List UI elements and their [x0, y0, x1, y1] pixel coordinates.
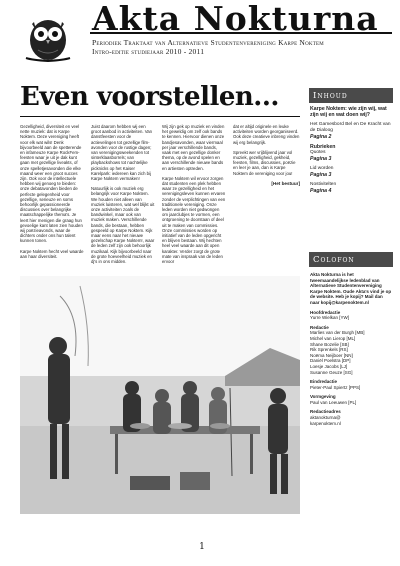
colofon-section-hoofdredactie: Hoofdredactie Yurre Wielkan [YW]: [310, 310, 392, 321]
article-column-4: dat er altijd originele en leuke activit…: [233, 124, 300, 186]
colofon-person: Susanne Geuze [SG]: [310, 369, 353, 375]
colofon-section-eindredactie: Eindredactie Pieter-Paul Spiertz [PPS]: [310, 379, 392, 390]
paragraph: dat er altijd originele en leuke activit…: [233, 124, 300, 145]
sidebar-colofon-header: Colofon: [309, 252, 393, 267]
colofon-intro: Akta Nokturna is het tweemaandelijkse le…: [310, 272, 392, 305]
paragraph: Wij zijn gek op muziek en vinden het gew…: [162, 124, 225, 171]
colofon-person: Pieter-Paul Spiertz [PPS]: [310, 384, 361, 390]
paragraph: Natuurlijk is ook muziek erg belangrijk …: [91, 186, 155, 265]
owl-logo-icon: [20, 6, 76, 66]
group-photo: [20, 276, 300, 514]
photo-group-outdoors-icon: [20, 276, 300, 514]
article-column-1: Gezelligheid, diversiteit en veel nette …: [20, 124, 84, 264]
colofon-person: Paul van Leeuwen [PL]: [310, 399, 357, 405]
toc-item[interactable]: Lid worden Pagina 3: [310, 166, 392, 178]
paragraph: Karpe Noktem hecht veel waarde aan haar …: [20, 248, 84, 259]
masthead-rule: [90, 32, 392, 34]
article-column-2: Juist daarom hebben wij een groot aanbod…: [91, 124, 155, 269]
headline-rule: [20, 116, 300, 117]
article-headline: Even voorstellen...: [20, 82, 279, 112]
toc-item-page: Pagina 3: [310, 156, 332, 162]
colofon-section-redactieadres: Redactieadres aktanokturna@ karpenoktem.…: [310, 409, 392, 426]
toc-item-title: Het Gamesbord Bel en De Kracht van de Di…: [310, 122, 391, 133]
paragraph: Gezelligheid, diversiteit en veel nette …: [20, 124, 83, 244]
article-column-3: Wij zijn gek op muziek en vinden het gew…: [162, 124, 226, 269]
toc-item-page: Pagina 3: [310, 172, 332, 178]
masthead-subtitle-line1: Periodiek Traktaat van Alternatieve Stud…: [92, 38, 324, 47]
toc-item-page: Pagina 2: [310, 134, 332, 140]
masthead-subtitle-line2: Intro-editie studiejaar 2010 - 2011: [92, 47, 205, 56]
toc-item-title: Karpe Noktem: wie zijn wij, wat zijn wij…: [310, 106, 387, 118]
colofon: Akta Nokturna is het tweemaandelijkse le…: [310, 272, 392, 430]
masthead-title: Akta Nokturna: [92, 0, 379, 38]
toc-item[interactable]: Nostivitelten Pagina 4: [310, 182, 392, 194]
masthead-subtitle: Periodiek Traktaat van Alternatieve Stud…: [92, 38, 392, 56]
sidebar-inhoud-header: Inhoud: [309, 88, 393, 103]
toc-item-page: Pagina 4: [310, 188, 332, 194]
paragraph: Juist daarom hebben wij een groot aanbod…: [91, 124, 153, 182]
newspaper-page: Akta Nokturna Periodiek Traktaat van Alt…: [0, 0, 400, 566]
paragraph: Spreekt wer vrijblijvend jaar vol muziek…: [233, 149, 296, 176]
table-of-contents: Karpe Noktem: wie zijn wij, wat zijn wij…: [310, 106, 392, 198]
toc-item[interactable]: Rubrieken Quotes Pagina 3: [310, 144, 392, 162]
colofon-section-redactie: Redactie Marlies van der Burgh [MB] Mich…: [310, 325, 392, 375]
colofon-address-line[interactable]: karpenoktem.nl: [310, 421, 392, 427]
toc-item[interactable]: Het Gamesbord Bel en De Kracht van de Di…: [310, 122, 392, 140]
colofon-section-vormgeving: Vormgeving Paul van Leeuwen [PL]: [310, 394, 392, 405]
page-number: 1: [199, 542, 205, 552]
article-byline: [Het bestuur]: [271, 180, 300, 186]
colofon-person: Yurre Wielkan [YW]: [310, 315, 350, 321]
paragraph: Karpe Noktem wil ervoor zorgen dat stude…: [162, 175, 226, 265]
toc-item[interactable]: Karpe Noktem: wie zijn wij, wat zijn wij…: [310, 106, 392, 118]
